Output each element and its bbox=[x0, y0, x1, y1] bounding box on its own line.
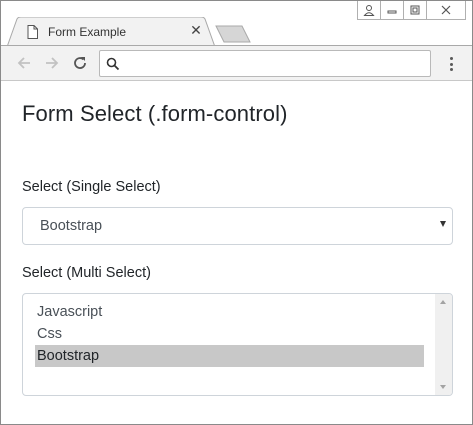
tab-strip: Form Example ✕ bbox=[1, 1, 472, 47]
restore-icon[interactable] bbox=[403, 1, 427, 20]
tab-title: Form Example bbox=[48, 25, 127, 39]
window-controls bbox=[357, 1, 466, 21]
scroll-up-icon[interactable] bbox=[440, 300, 446, 304]
page-icon bbox=[27, 25, 38, 39]
single-select-value: Bootstrap bbox=[40, 218, 103, 234]
multi-select-scrollbar[interactable] bbox=[435, 294, 452, 395]
browser-toolbar bbox=[1, 45, 472, 81]
profile-icon[interactable] bbox=[357, 1, 381, 20]
forward-arrow-icon[interactable] bbox=[43, 54, 61, 72]
dropdown-arrow-icon bbox=[440, 221, 446, 227]
multi-select[interactable]: Javascript Css Bootstrap bbox=[22, 293, 453, 396]
page-title: Form Select (.form-control) bbox=[22, 101, 288, 126]
back-arrow-icon[interactable] bbox=[15, 54, 33, 72]
search-icon bbox=[106, 57, 120, 71]
tab-close-icon[interactable]: ✕ bbox=[188, 23, 204, 39]
single-select-label: Select (Single Select) bbox=[22, 179, 161, 195]
address-bar[interactable] bbox=[99, 50, 431, 77]
window-close-icon[interactable] bbox=[426, 1, 466, 20]
address-input[interactable] bbox=[126, 54, 426, 74]
single-select[interactable]: Bootstrap bbox=[22, 207, 453, 245]
browser-window: Form Example ✕ Form Select (.form-contro… bbox=[0, 0, 473, 425]
multi-select-option[interactable]: Css bbox=[35, 323, 424, 345]
page-content: Form Select (.form-control) Select (Sing… bbox=[1, 82, 472, 424]
multi-select-label: Select (Multi Select) bbox=[22, 265, 151, 281]
menu-kebab-icon[interactable] bbox=[446, 55, 456, 73]
tab-content: Form Example bbox=[23, 23, 126, 41]
new-tab-button[interactable] bbox=[215, 25, 251, 43]
multi-select-option-selected[interactable]: Bootstrap bbox=[35, 345, 424, 367]
reload-icon[interactable] bbox=[71, 54, 89, 72]
multi-select-option[interactable]: Javascript bbox=[35, 301, 424, 323]
minimize-icon[interactable] bbox=[380, 1, 404, 20]
scroll-down-icon[interactable] bbox=[440, 385, 446, 389]
